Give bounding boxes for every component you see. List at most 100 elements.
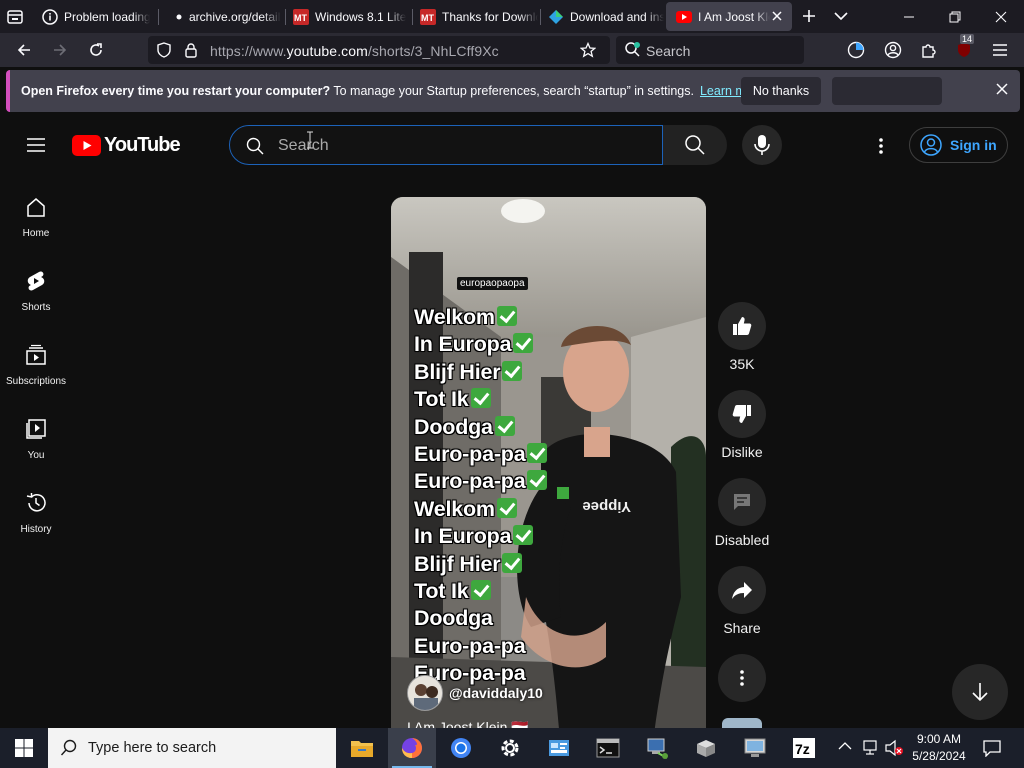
- you-icon: [25, 417, 47, 441]
- check-mark-icon: [527, 443, 548, 463]
- channel-avatar[interactable]: [407, 675, 443, 711]
- new-tab-icon[interactable]: [801, 8, 817, 24]
- comments-button[interactable]: Disabled: [712, 478, 772, 548]
- lyric-text: Blijf Hier: [414, 359, 501, 384]
- like-count: 35K: [729, 356, 755, 372]
- search-button[interactable]: [663, 125, 727, 165]
- tab-title: Download and install: [570, 9, 664, 24]
- close-tab-icon[interactable]: [770, 9, 784, 23]
- share-arrow-icon: [718, 566, 766, 614]
- dislike-button[interactable]: Dislike: [712, 390, 772, 460]
- tab-thanks[interactable]: MT Thanks for Downloading: [410, 0, 538, 33]
- sync-icon[interactable]: [842, 36, 870, 64]
- tab-title: I Am Joost Klein: [698, 9, 770, 24]
- dislike-label: Dislike: [721, 444, 763, 460]
- network-status-icon[interactable]: [862, 739, 880, 757]
- like-button[interactable]: 35K: [712, 302, 772, 372]
- lyric-text: In Europa: [414, 332, 512, 357]
- extensions-puzzle-icon[interactable]: [915, 36, 943, 64]
- tab-problem-loading[interactable]: Problem loading page: [32, 0, 150, 33]
- sound-thumbnail[interactable]: [722, 718, 762, 728]
- startup-notification-bar: Open Firefox every time you restart your…: [6, 70, 1020, 112]
- tab-windows-lite[interactable]: MT Windows 8.1 Lite: [283, 0, 411, 33]
- firefox-view-icon[interactable]: [6, 8, 24, 26]
- youtube-search-box[interactable]: Search: [229, 125, 663, 165]
- lyric-line: Euro-pa-pa: [414, 442, 548, 467]
- share-button[interactable]: Share: [712, 566, 772, 636]
- more-actions-button[interactable]: [712, 654, 772, 702]
- ublock-extension-icon[interactable]: 14: [950, 34, 978, 64]
- search-input[interactable]: Search: [278, 137, 329, 155]
- account-circle-icon: [920, 134, 942, 156]
- package-icon[interactable]: [682, 728, 730, 768]
- close-notification-icon[interactable]: [996, 83, 1008, 95]
- shield-icon[interactable]: [156, 42, 172, 58]
- bookmark-star-icon[interactable]: [580, 42, 596, 58]
- guide-item-shorts[interactable]: Shorts: [0, 269, 72, 343]
- back-arrow-icon[interactable]: [10, 36, 38, 64]
- menu-hamburger-icon[interactable]: [986, 36, 1014, 64]
- firefox-icon[interactable]: [388, 728, 436, 768]
- voice-search-button[interactable]: [742, 125, 782, 165]
- chrome-icon[interactable]: [437, 728, 485, 768]
- reload-icon[interactable]: [82, 36, 110, 64]
- no-thanks-button[interactable]: No thanks: [741, 77, 821, 105]
- show-hidden-icons-chevron[interactable]: [838, 741, 852, 751]
- network-icon[interactable]: [633, 728, 681, 768]
- tab-title: archive.org/details: [189, 9, 281, 24]
- guide-item-subscriptions[interactable]: Subscriptions: [0, 343, 72, 417]
- close-window-icon[interactable]: [978, 0, 1024, 33]
- web-search-field[interactable]: Search: [616, 36, 804, 64]
- url-prefix: https://www.: [210, 43, 287, 59]
- computer-icon[interactable]: [731, 728, 779, 768]
- tab-list-chevron-icon[interactable]: [833, 9, 849, 23]
- address-bar[interactable]: https://www.youtube.com/shorts/3_NhLCff9…: [148, 36, 610, 64]
- tab-download-install[interactable]: Download and install: [538, 0, 664, 33]
- microphone-icon: [754, 135, 770, 155]
- guide-item-history[interactable]: History: [0, 491, 72, 565]
- start-button[interactable]: [0, 728, 48, 768]
- notification-question: Open Firefox every time you restart your…: [21, 84, 331, 98]
- settings-icon[interactable]: [486, 728, 534, 768]
- lyric-text: Welkom: [414, 305, 495, 329]
- channel-name[interactable]: @daviddaly10: [449, 685, 543, 701]
- lyric-line: Tot Ik: [414, 579, 491, 604]
- control-panel-icon[interactable]: [535, 728, 583, 768]
- lyric-text: Tot Ik: [414, 579, 469, 603]
- sign-in-button[interactable]: Sign in: [909, 127, 1008, 163]
- taskbar-search-box[interactable]: Type here to search: [48, 728, 336, 768]
- account-icon[interactable]: [879, 36, 907, 64]
- short-video-player[interactable]: Yippee europaopaopa Welkom In Europa Blijf…: [391, 197, 706, 728]
- url-text[interactable]: https://www.youtube.com/shorts/3_NhLCff9…: [210, 43, 499, 59]
- file-explorer-icon[interactable]: [338, 728, 386, 768]
- guide-item-you[interactable]: You: [0, 417, 72, 491]
- search-engine-icon[interactable]: [624, 41, 642, 59]
- cmd-icon[interactable]: [584, 728, 632, 768]
- channel-info[interactable]: @daviddaly10: [407, 675, 543, 711]
- restore-window-icon[interactable]: [932, 0, 978, 33]
- more-options-icon[interactable]: [878, 137, 884, 155]
- shirt-text: Yippee: [582, 498, 631, 515]
- browser-toolbar: https://www.youtube.com/shorts/3_NhLCff9…: [0, 33, 1024, 67]
- extension-badge: 14: [960, 34, 975, 44]
- taskbar-search-placeholder: Type here to search: [88, 740, 217, 756]
- check-mark-icon: [470, 388, 491, 409]
- lyric-text: Doodga: [414, 606, 493, 631]
- 7zip-icon[interactable]: 7z: [780, 728, 828, 768]
- forward-arrow-icon[interactable]: [46, 36, 74, 64]
- volume-muted-icon[interactable]: [884, 739, 904, 757]
- lock-icon[interactable]: [184, 42, 198, 58]
- tab-youtube-active[interactable]: I Am Joost Klein: [666, 2, 792, 31]
- youtube-logo[interactable]: YouTube: [72, 134, 181, 157]
- check-mark-icon: [470, 580, 491, 600]
- guide-menu-icon[interactable]: [26, 137, 46, 153]
- tab-archive[interactable]: archive.org/details: [165, 0, 281, 33]
- dot-icon: [175, 9, 183, 25]
- guide-item-home[interactable]: Home: [0, 195, 72, 269]
- confirm-button[interactable]: [832, 77, 942, 105]
- short-title[interactable]: I Am Joost Klein 🇳🇱: [407, 719, 529, 728]
- minimize-window-icon[interactable]: [886, 0, 932, 33]
- system-clock[interactable]: 9:00 AM 5/28/2024: [904, 731, 974, 765]
- next-short-button[interactable]: [952, 664, 1008, 720]
- notification-center-icon[interactable]: [983, 739, 1001, 757]
